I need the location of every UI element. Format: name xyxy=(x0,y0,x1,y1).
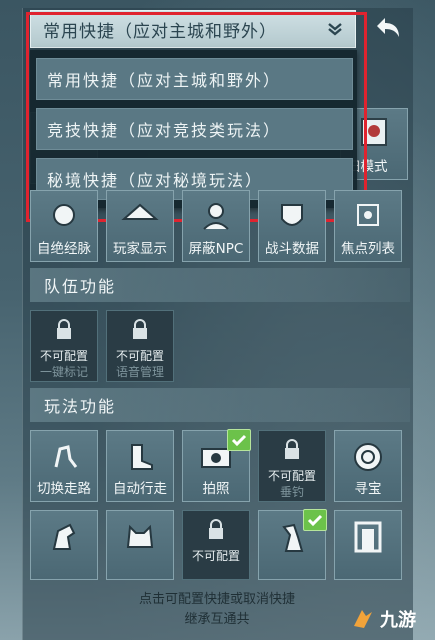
tile-auto-walk[interactable]: 自动行走 xyxy=(106,430,174,502)
meridian-icon xyxy=(53,204,75,226)
tile-label: 切换走路 xyxy=(37,481,91,497)
gate-icon xyxy=(354,521,382,553)
shield-icon xyxy=(281,204,303,226)
tile-status: 不可配置 xyxy=(39,349,88,363)
tile-focus-list[interactable]: 焦点列表 xyxy=(334,190,402,262)
lock-icon xyxy=(57,319,71,339)
section-title: 队伍功能 xyxy=(44,277,117,296)
check-icon xyxy=(231,434,247,447)
jiuyou-logo-icon xyxy=(354,610,372,628)
lock-icon xyxy=(285,439,299,459)
tile-status: 不可配置 xyxy=(115,349,164,363)
tile-label: 玩家显示 xyxy=(113,241,167,257)
check-icon xyxy=(307,514,323,527)
compass-icon xyxy=(354,443,382,471)
tile-hide-npc[interactable]: 屏蔽NPC xyxy=(182,190,250,262)
section-title: 玩法功能 xyxy=(44,397,117,416)
tile-label: 自绝经脉 xyxy=(37,241,91,257)
tile-one-click-mark[interactable]: 不可配置 一键标记 xyxy=(30,310,98,382)
checked-badge xyxy=(303,509,327,531)
tile-locked-row2[interactable]: 不可配置 xyxy=(182,510,250,580)
back-button[interactable] xyxy=(368,10,408,46)
tile-voice-manage[interactable]: 不可配置 语音管理 xyxy=(106,310,174,382)
tile-label: 屏蔽NPC xyxy=(188,241,244,257)
tile-status: 不可配置 xyxy=(191,549,240,563)
tile-label: 寻宝 xyxy=(354,481,382,497)
tile-status: 不可配置 xyxy=(267,469,316,483)
section-header-play: 玩法功能 xyxy=(30,388,410,422)
lock-icon xyxy=(209,519,223,539)
tile-label: 拍照 xyxy=(202,481,230,497)
tile-label: 语音管理 xyxy=(115,365,164,379)
tile-gate[interactable] xyxy=(334,510,402,580)
watermark: 九游 xyxy=(350,600,435,638)
tile-mount[interactable] xyxy=(30,510,98,580)
tile-treasure[interactable]: 寻宝 xyxy=(334,430,402,502)
tile-dance[interactable] xyxy=(258,509,327,580)
horse-icon xyxy=(52,523,76,550)
checked-badge xyxy=(227,429,251,451)
tile-label: 焦点列表 xyxy=(341,241,395,257)
section-header-team: 队伍功能 xyxy=(30,268,410,302)
tile-label: 垂钓 xyxy=(279,485,304,499)
lock-icon xyxy=(133,319,147,339)
tile-toggle-walk[interactable]: 切换走路 xyxy=(30,430,98,502)
tile-label: 一键标记 xyxy=(39,365,88,379)
tile-photo[interactable]: 拍照 xyxy=(182,429,251,502)
back-arrow-icon xyxy=(377,18,399,37)
tile-pet[interactable] xyxy=(106,510,174,580)
tile-self-destruct[interactable]: 自绝经脉 xyxy=(30,190,98,262)
npc-icon xyxy=(203,203,229,230)
tile-label: 战斗数据 xyxy=(265,241,319,257)
target-icon xyxy=(357,204,379,226)
tile-label: 自动行走 xyxy=(113,481,167,497)
walk-icon xyxy=(54,445,78,468)
watermark-text: 九游 xyxy=(380,610,416,631)
hat-icon xyxy=(121,203,159,220)
tile-battle-data[interactable]: 战斗数据 xyxy=(258,190,326,262)
boot-icon xyxy=(131,444,153,470)
cat-icon xyxy=(126,524,154,548)
tile-fishing[interactable]: 不可配置 垂钓 xyxy=(258,430,326,502)
tile-player-display[interactable]: 玩家显示 xyxy=(106,190,174,262)
